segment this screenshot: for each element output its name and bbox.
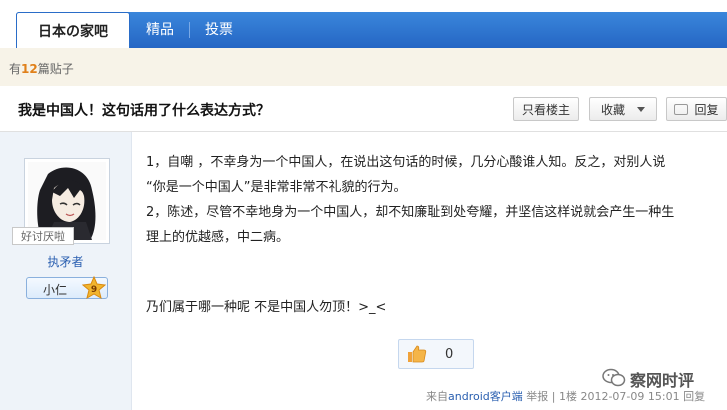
post-line: “你是一个中国人”是非常非常不礼貌的行为。 bbox=[146, 180, 407, 195]
tab-featured[interactable]: 精品 bbox=[146, 12, 174, 48]
tab-forum-home[interactable]: 日本の家吧 bbox=[16, 12, 130, 48]
reply-button[interactable]: 回复 bbox=[666, 97, 727, 121]
chevron-down-icon bbox=[637, 106, 645, 112]
favorite-button[interactable]: 收藏 bbox=[589, 97, 657, 121]
post-body: 1，自嘲 ，不幸身为一个中国人，在说出这句话的时候，几分心酸谁人知。反之，对别人… bbox=[146, 150, 716, 250]
watermark: 察网时评 bbox=[600, 364, 727, 392]
comment-icon bbox=[674, 103, 689, 115]
like-button[interactable]: 0 bbox=[398, 339, 474, 369]
level-number: 9 bbox=[91, 285, 97, 295]
tab-divider bbox=[189, 22, 190, 38]
level-star-icon: 9 bbox=[82, 276, 106, 300]
post-line: 2，陈述，尽管不幸地身为一个中国人，却不知廉耻到处夸耀，并坚信这样说就会产生一种… bbox=[146, 205, 675, 220]
thumbs-up-icon bbox=[408, 345, 427, 363]
author-name[interactable]: 执矛者 bbox=[0, 253, 131, 270]
author-panel: 好讨厌啦 执矛者 小仁 9 bbox=[0, 132, 132, 410]
post-count: 有12篇贴子 bbox=[9, 62, 74, 76]
thread-title: 我是中国人！这句话用了什么表达方式？ bbox=[18, 103, 270, 119]
level-name: 小仁 bbox=[43, 283, 68, 297]
wechat-icon bbox=[602, 368, 626, 387]
post-line: 理上的优越感，中二病。 bbox=[146, 230, 290, 245]
level-badge[interactable]: 小仁 9 bbox=[26, 276, 108, 300]
like-count: 0 bbox=[445, 347, 454, 362]
forum-tab-bar: 日本の家吧 精品 投票 bbox=[0, 0, 727, 48]
floor-number: 1楼 bbox=[558, 390, 577, 403]
client-link[interactable]: android客户端 bbox=[448, 390, 523, 403]
tab-vote[interactable]: 投票 bbox=[205, 12, 233, 48]
only-op-button[interactable]: 只看楼主 bbox=[513, 97, 579, 121]
avatar-badge: 好讨厌啦 bbox=[12, 227, 74, 245]
post-line: 1，自嘲 ，不幸身为一个中国人，在说出这句话的时候，几分心酸谁人知。反之，对别人… bbox=[146, 155, 666, 170]
report-link[interactable]: 举报 bbox=[526, 390, 548, 403]
post-count-bar: 有12篇贴子 bbox=[0, 48, 727, 87]
watermark-text: 察网时评 bbox=[630, 371, 695, 390]
post-closing-line: 乃们属于哪一种呢 不是中国人勿顶！>_< bbox=[146, 300, 387, 315]
